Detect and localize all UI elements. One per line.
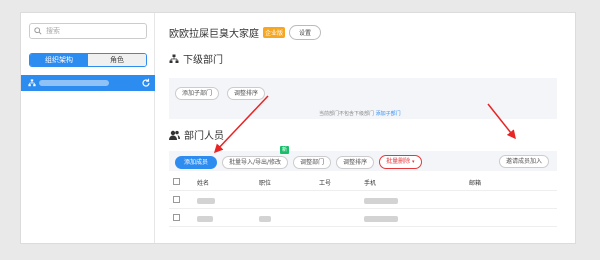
org-tree-icon bbox=[169, 54, 179, 63]
redacted-name bbox=[197, 198, 215, 204]
tab-roles[interactable]: 角色 bbox=[88, 54, 146, 66]
subdept-heading-label: 下级部门 bbox=[183, 55, 223, 66]
members-heading-label: 部门人员 bbox=[184, 131, 224, 142]
edition-badge: 企业版 bbox=[263, 27, 286, 38]
adjust-sort-button[interactable]: 调整排序 bbox=[336, 155, 375, 169]
batch-delete-button[interactable]: 批量删除 ▾ bbox=[379, 155, 422, 169]
col-header-id: 工号 bbox=[319, 180, 332, 187]
add-member-button[interactable]: 添加成员 bbox=[175, 155, 218, 169]
app-window: 搜索 组织架构 角色 欧欧拉屎巨臭大家庭 企业版 设置 下级部门 添加子部门 调… bbox=[20, 12, 576, 244]
subdept-heading: 下级部门 bbox=[169, 51, 223, 66]
settings-button[interactable]: 设置 bbox=[289, 25, 322, 40]
subdept-empty-hint: 当前部门不包含下级部门 添加子部门 bbox=[319, 110, 401, 117]
page-header: 欧欧拉屎巨臭大家庭 企业版 设置 bbox=[169, 25, 322, 40]
subdept-panel: 添加子部门 调整排序 当前部门不包含下级部门 添加子部门 bbox=[169, 78, 557, 119]
redacted-phone bbox=[364, 216, 398, 222]
table-header-row: 姓名 职位 工号 手机 邮箱 bbox=[169, 173, 557, 191]
refresh-icon[interactable] bbox=[141, 78, 151, 88]
select-all-checkbox[interactable] bbox=[173, 178, 180, 185]
chevron-down-icon: ▾ bbox=[412, 159, 415, 165]
hint-text: 当前部门不包含下级部门 bbox=[319, 111, 375, 117]
sort-button[interactable]: 调整排序 bbox=[227, 87, 266, 100]
add-subdept-button[interactable]: 添加子部门 bbox=[175, 87, 220, 100]
search-input[interactable]: 搜索 bbox=[29, 23, 147, 39]
members-table: 姓名 职位 工号 手机 邮箱 bbox=[169, 173, 557, 227]
org-tree-icon bbox=[28, 79, 36, 87]
page-title: 欧欧拉屎巨臭大家庭 bbox=[169, 29, 259, 40]
sidebar: 搜索 组织架构 角色 bbox=[21, 13, 155, 243]
batch-import-button[interactable]: 批量导入/导出/修改 bbox=[222, 155, 289, 169]
sidebar-tree-root[interactable] bbox=[21, 75, 155, 91]
invite-member-button[interactable]: 邀请成员加入 bbox=[498, 155, 549, 168]
add-subdept-link[interactable]: 添加子部门 bbox=[376, 111, 401, 117]
main-content: 欧欧拉屎巨臭大家庭 企业版 设置 下级部门 添加子部门 调整排序 当前部门不包含… bbox=[155, 13, 575, 243]
batch-delete-label: 批量删除 bbox=[386, 158, 411, 165]
search-placeholder: 搜索 bbox=[46, 27, 60, 35]
redacted-phone bbox=[364, 198, 398, 204]
members-heading: 部门人员 bbox=[169, 127, 224, 142]
col-header-title: 职位 bbox=[259, 180, 272, 187]
col-header-phone: 手机 bbox=[364, 180, 377, 187]
members-actions: 添加成员 批量导入/导出/修改 调整部门 调整排序 批量删除 ▾ bbox=[175, 155, 422, 169]
col-header-name: 姓名 bbox=[197, 180, 210, 187]
adjust-dept-button[interactable]: 调整部门 bbox=[293, 155, 332, 169]
redacted-title bbox=[259, 216, 271, 222]
tab-org-structure[interactable]: 组织架构 bbox=[30, 54, 88, 66]
search-icon bbox=[34, 27, 42, 35]
users-icon bbox=[169, 130, 180, 140]
subdept-toolbar: 添加子部门 调整排序 bbox=[175, 87, 266, 100]
table-row[interactable] bbox=[169, 209, 557, 227]
batch-import-label: 批量导入/导出/修改 bbox=[229, 158, 282, 166]
sidebar-tabs: 组织架构 角色 bbox=[29, 53, 147, 67]
new-feature-badge: 新 bbox=[280, 146, 289, 154]
row-checkbox[interactable] bbox=[173, 214, 180, 221]
table-row[interactable] bbox=[169, 191, 557, 209]
col-header-email: 邮箱 bbox=[469, 180, 482, 187]
redacted-name bbox=[197, 216, 213, 222]
redacted-name bbox=[39, 80, 109, 86]
members-toolbar: 添加成员 批量导入/导出/修改 调整部门 调整排序 批量删除 ▾ 新 邀请成员加… bbox=[169, 146, 557, 171]
row-checkbox[interactable] bbox=[173, 196, 180, 203]
